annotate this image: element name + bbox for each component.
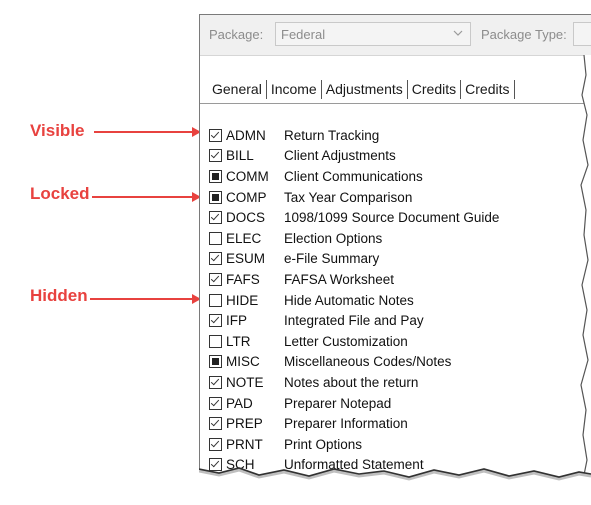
visibility-checkbox[interactable] <box>209 396 222 410</box>
visibility-checkbox[interactable] <box>209 149 222 163</box>
sheet-description: Preparer Information <box>284 416 408 432</box>
sheet-code: LTR <box>226 333 251 349</box>
sheet-code: BILL <box>226 148 254 164</box>
package-type-select[interactable] <box>573 22 591 46</box>
tab-separator <box>513 79 515 99</box>
sheet-description: Print Options <box>284 436 363 452</box>
tab-divider <box>200 103 591 104</box>
locked-checkbox[interactable] <box>209 169 222 183</box>
sheet-row: HIDE Hide Automatic Notes <box>209 290 499 311</box>
sheet-row: PREP Preparer Information <box>209 413 499 434</box>
sheet-code: FAFS <box>226 271 260 287</box>
sheet-description: Client Adjustments <box>284 148 396 164</box>
sheet-code: IFP <box>226 313 248 329</box>
tab-credits[interactable]: Credits <box>408 81 460 97</box>
torn-edge-bottom <box>199 459 591 489</box>
sheet-description: 1098/1099 Source Document Guide <box>284 210 500 226</box>
sheet-row: BILL Client Adjustments <box>209 146 499 167</box>
visibility-checkbox[interactable] <box>209 314 222 328</box>
sheet-description: Tax Year Comparison <box>284 189 413 205</box>
tab-credits-2[interactable]: Credits <box>461 81 513 97</box>
sheet-code: HIDE <box>226 292 259 308</box>
tab-general[interactable]: General <box>208 81 266 97</box>
sheet-code: PREP <box>226 416 263 432</box>
package-select[interactable]: Federal <box>275 22 471 46</box>
tab-strip: General Income Adjustments Credits Credi… <box>208 78 515 100</box>
sheet-description: FAFSA Worksheet <box>284 271 395 287</box>
sheet-row: PRNT Print Options <box>209 434 499 455</box>
sheet-row: MISC Miscellaneous Codes/Notes <box>209 352 499 373</box>
sheet-row: COMP Tax Year Comparison <box>209 187 499 208</box>
sheet-description: e-File Summary <box>284 251 380 267</box>
torn-edge-right <box>580 55 591 485</box>
visibility-checkbox[interactable] <box>209 211 222 225</box>
locked-callout: Locked <box>30 182 90 206</box>
sheet-code: ESUM <box>226 251 266 267</box>
sheet-row: ESUM e-File Summary <box>209 249 499 270</box>
locked-checkbox[interactable] <box>209 190 222 204</box>
sheet-description: Miscellaneous Codes/Notes <box>284 354 452 370</box>
sheet-description: Hide Automatic Notes <box>284 292 414 308</box>
visible-label: Visible <box>30 121 85 140</box>
sheet-row: IFP Integrated File and Pay <box>209 310 499 331</box>
sheet-code: ADMN <box>226 127 266 143</box>
sheet-code: MISC <box>226 354 260 370</box>
locked-checkbox[interactable] <box>209 355 222 369</box>
sheet-description: Return Tracking <box>284 127 380 143</box>
sheet-code: PAD <box>226 395 253 411</box>
sheet-description: Client Communications <box>284 168 423 184</box>
locked-arrow-line <box>92 196 193 198</box>
chevron-down-icon <box>453 30 463 36</box>
sheet-row: PAD Preparer Notepad <box>209 393 499 414</box>
visibility-checkbox[interactable] <box>209 417 222 431</box>
package-select-value: Federal <box>281 27 326 42</box>
hidden-arrow-line <box>90 298 193 300</box>
sheet-row: ELEC Election Options <box>209 228 499 249</box>
sheet-row: FAFS FAFSA Worksheet <box>209 269 499 290</box>
package-type-label: Package Type: <box>481 27 567 42</box>
visibility-checkbox[interactable] <box>209 272 222 286</box>
visibility-checkbox[interactable] <box>209 252 222 266</box>
sheet-description: Preparer Notepad <box>284 395 392 411</box>
sheet-list: ADMN Return Tracking BILL Client Adjustment… <box>209 125 499 475</box>
sheet-description: Letter Customization <box>284 333 408 349</box>
tab-income[interactable]: Income <box>267 81 321 97</box>
sheet-row: NOTE Notes about the return <box>209 372 499 393</box>
visibility-checkbox[interactable] <box>209 128 222 142</box>
sheet-code: COMP <box>226 189 267 205</box>
sheet-code: NOTE <box>226 374 264 390</box>
hidden-callout: Hidden <box>30 284 88 308</box>
visibility-checkbox[interactable] <box>209 437 222 451</box>
sheet-description: Election Options <box>284 230 383 246</box>
hidden-label: Hidden <box>30 286 88 305</box>
package-toolbar: Package: Federal Package Type: <box>200 15 591 56</box>
options-panel: Package: Federal Package Type: General I… <box>199 14 591 485</box>
tab-adjustments[interactable]: Adjustments <box>322 81 407 97</box>
sheet-row: DOCS 1098/1099 Source Document Guide <box>209 207 499 228</box>
visibility-checkbox[interactable] <box>209 231 222 245</box>
sheet-description: Notes about the return <box>284 374 419 390</box>
visibility-checkbox[interactable] <box>209 334 222 348</box>
visibility-checkbox[interactable] <box>209 293 222 307</box>
sheet-row: COMM Client Communications <box>209 166 499 187</box>
sheet-code: COMM <box>226 168 269 184</box>
sheet-code: ELEC <box>226 230 262 246</box>
visible-callout: Visible <box>30 119 85 143</box>
sheet-row: ADMN Return Tracking <box>209 125 499 146</box>
sheet-description: Integrated File and Pay <box>284 313 424 329</box>
sheet-code: PRNT <box>226 436 263 452</box>
package-label: Package: <box>209 27 264 42</box>
visible-arrow-line <box>94 131 193 133</box>
sheet-code: DOCS <box>226 210 266 226</box>
locked-label: Locked <box>30 184 90 203</box>
sheet-row: LTR Letter Customization <box>209 331 499 352</box>
visibility-checkbox[interactable] <box>209 375 222 389</box>
